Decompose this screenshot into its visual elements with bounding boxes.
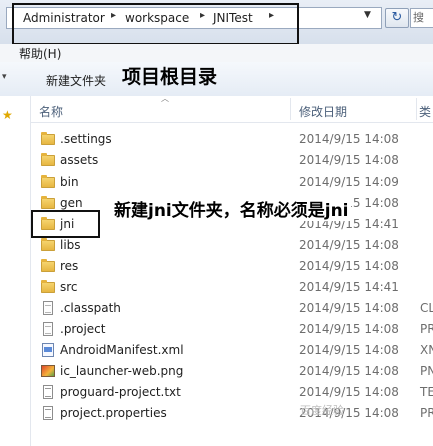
toolbar: ▾ 新建文件夹 项目根目录 bbox=[0, 62, 433, 97]
folder-icon bbox=[40, 174, 56, 190]
folder-icon bbox=[40, 279, 56, 295]
file-date: 2014/9/15 14:08 bbox=[299, 322, 399, 336]
organize-dropdown-icon[interactable]: ▾ bbox=[2, 72, 7, 82]
text-file-icon bbox=[40, 384, 56, 400]
folder-icon bbox=[40, 131, 56, 147]
address-highlight-box bbox=[12, 3, 299, 45]
file-date: 2014/9/15 14:08 bbox=[299, 364, 399, 378]
file-date: 2014/9/15 14:41 bbox=[299, 280, 399, 294]
list-item[interactable]: project.properties 2014/9/15 14:08 PR bbox=[31, 403, 433, 424]
file-name: .settings bbox=[60, 132, 112, 146]
annotation-project-root: 项目根目录 bbox=[122, 66, 218, 88]
file-type: PR bbox=[420, 322, 433, 336]
favorites-star-icon[interactable]: ★ bbox=[2, 108, 13, 122]
file-name: ic_launcher-web.png bbox=[60, 364, 184, 378]
file-date: 2014/9/15 14:08 bbox=[299, 132, 399, 146]
column-header-bar: ︿ 名称 修改日期 类 bbox=[31, 94, 433, 123]
list-item[interactable]: assets 2014/9/15 14:08 bbox=[31, 150, 433, 171]
list-item[interactable]: res 2014/9/15 14:08 bbox=[31, 256, 433, 277]
file-name: gen bbox=[60, 196, 83, 210]
jni-highlight-box bbox=[31, 210, 100, 238]
file-name: src bbox=[60, 280, 78, 294]
folder-icon bbox=[40, 152, 56, 168]
folder-icon bbox=[40, 195, 56, 211]
column-divider[interactable] bbox=[290, 98, 291, 120]
file-name: project.properties bbox=[60, 406, 167, 420]
file-date: 2014/9/15 14:08 bbox=[299, 385, 399, 399]
text-file-icon bbox=[40, 405, 56, 421]
list-item[interactable]: .settings 2014/9/15 14:08 bbox=[31, 129, 433, 150]
column-type-header[interactable]: 类 bbox=[419, 103, 431, 120]
menu-help[interactable]: 帮助(H) bbox=[19, 45, 61, 62]
column-date-header[interactable]: 修改日期 bbox=[299, 103, 347, 120]
file-date: 2014/9/15 14:09 bbox=[299, 175, 399, 189]
file-type: TE bbox=[420, 385, 433, 399]
list-item[interactable]: .project 2014/9/15 14:08 PR bbox=[31, 319, 433, 340]
file-date: 2014/9/15 14:08 bbox=[299, 259, 399, 273]
file-name: libs bbox=[60, 238, 81, 252]
file-type: PN bbox=[420, 364, 433, 378]
file-type: CL bbox=[420, 301, 433, 315]
file-name: proguard-project.txt bbox=[60, 385, 181, 399]
list-item[interactable]: src 2014/9/15 14:41 bbox=[31, 277, 433, 298]
column-divider[interactable] bbox=[416, 98, 417, 120]
navigation-pane[interactable]: ★ bbox=[0, 96, 31, 446]
list-item[interactable]: bin 2014/9/15 14:09 bbox=[31, 172, 433, 193]
list-item[interactable]: ic_launcher-web.png 2014/9/15 14:08 PN bbox=[31, 361, 433, 382]
list-item[interactable]: .classpath 2014/9/15 14:08 CL bbox=[31, 298, 433, 319]
refresh-icon[interactable]: ↻ bbox=[385, 8, 409, 28]
file-date: 2014/9/15 14:08 bbox=[299, 238, 399, 252]
document-icon bbox=[40, 300, 56, 316]
watermark: 百度经验 bbox=[300, 404, 344, 417]
annotation-jni-folder: 新建jni文件夹，名称必须是jni bbox=[112, 196, 351, 221]
file-type: PR bbox=[420, 406, 433, 420]
search-input[interactable]: 搜 bbox=[410, 8, 433, 28]
file-name: AndroidManifest.xml bbox=[60, 343, 184, 357]
document-icon bbox=[40, 321, 56, 337]
file-date: 2014/9/15 14:08 bbox=[299, 301, 399, 315]
folder-icon bbox=[40, 237, 56, 253]
column-name-header[interactable]: 名称 bbox=[39, 103, 63, 120]
file-name: res bbox=[60, 259, 79, 273]
menu-bar: 帮助(H) bbox=[0, 44, 433, 62]
file-type: XN bbox=[420, 343, 433, 357]
file-name: .classpath bbox=[60, 301, 121, 315]
sort-chevron-up-icon: ︿ bbox=[161, 94, 169, 103]
list-item[interactable]: AndroidManifest.xml 2014/9/15 14:08 XN bbox=[31, 340, 433, 361]
file-date: 2014/9/15 14:08 bbox=[299, 153, 399, 167]
new-folder-button[interactable]: 新建文件夹 bbox=[46, 72, 106, 89]
file-name: assets bbox=[60, 153, 99, 167]
file-name: bin bbox=[60, 175, 79, 189]
file-date: 2014/9/15 14:08 bbox=[299, 343, 399, 357]
file-name: .project bbox=[60, 322, 106, 336]
xml-file-icon bbox=[40, 342, 56, 358]
chevron-down-icon[interactable]: ▼ bbox=[364, 10, 371, 20]
address-bar: Administrator ▸ workspace ▸ JNITest ▸ ▼ … bbox=[0, 0, 433, 45]
list-item[interactable]: proguard-project.txt 2014/9/15 14:08 TE bbox=[31, 382, 433, 403]
folder-icon bbox=[40, 258, 56, 274]
list-item[interactable]: libs 2014/9/15 14:08 bbox=[31, 235, 433, 256]
image-file-icon bbox=[40, 363, 56, 379]
